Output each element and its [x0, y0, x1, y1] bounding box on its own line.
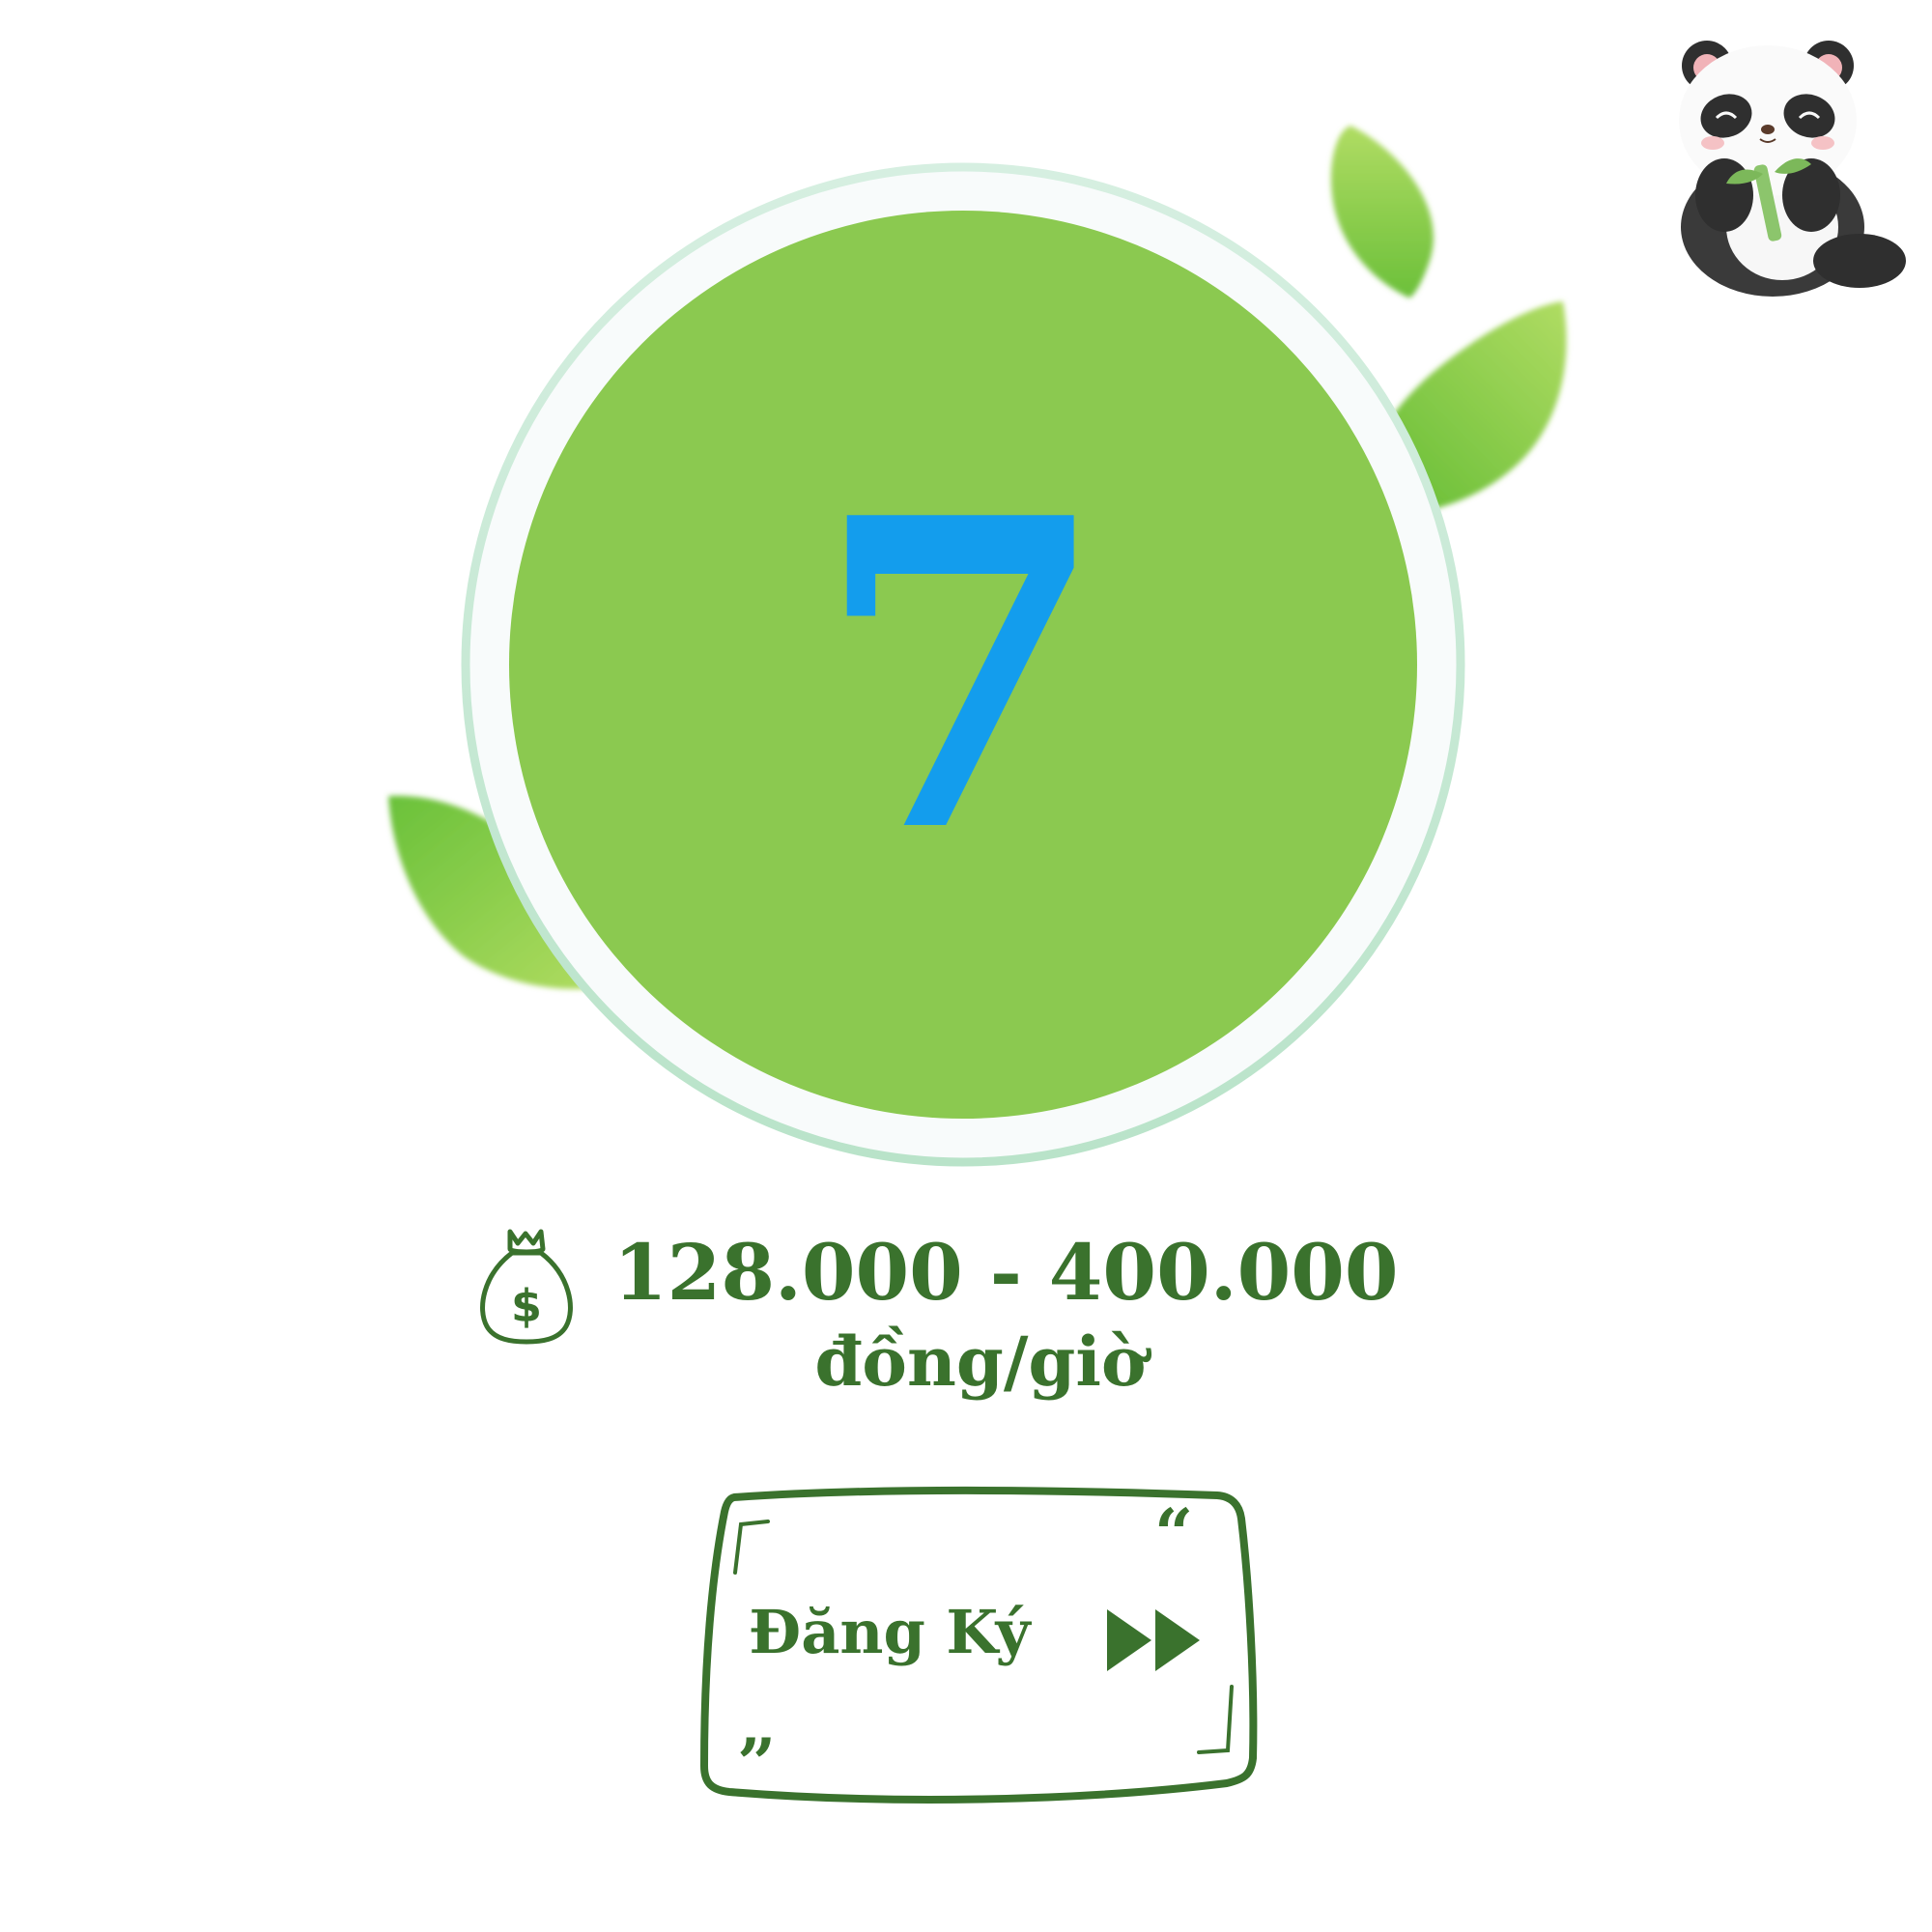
- svg-text:“: “: [1154, 1493, 1193, 1574]
- fast-forward-icon: [1107, 1609, 1200, 1671]
- hero-number: 7: [812, 426, 1110, 925]
- page-canvas: 7 $ 128.000 - 400.000 đồng/giờ “ ” Đăng …: [0, 0, 1932, 1932]
- money-bag-icon: $: [480, 1229, 573, 1345]
- register-button[interactable]: “ ” Đăng Ký: [691, 1468, 1265, 1816]
- svg-text:$: $: [511, 1280, 542, 1332]
- panda-icon: [1679, 41, 1906, 297]
- price-range: 128.000 - 400.000: [613, 1227, 1399, 1318]
- svg-text:”: ”: [737, 1723, 776, 1804]
- price-unit: đồng/giờ: [814, 1321, 1147, 1402]
- price-block: $ 128.000 - 400.000 đồng/giờ: [473, 1203, 1459, 1425]
- register-label: Đăng Ký: [749, 1597, 1031, 1667]
- leaf-icon: [1330, 126, 1434, 298]
